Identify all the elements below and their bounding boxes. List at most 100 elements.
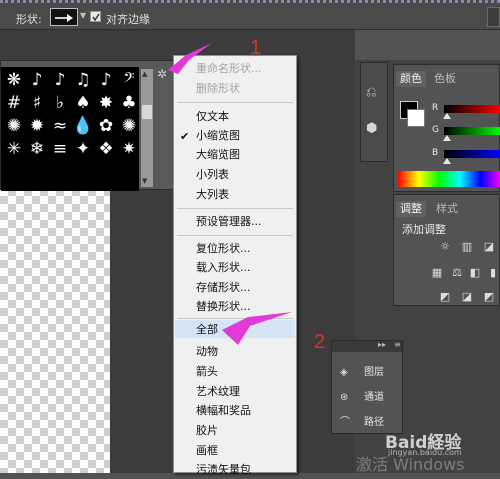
tab-adjustments[interactable]: 调整 — [396, 201, 426, 217]
panel-menu-icon[interactable]: ≡ — [394, 340, 401, 349]
menu-divider — [177, 102, 293, 103]
mini-panel-header[interactable]: ▸▸ ≡ — [332, 340, 402, 352]
shape-thumbnail[interactable]: ≡ — [49, 138, 71, 160]
shape-thumbnail[interactable]: ❄ — [26, 138, 48, 160]
black-white-icon[interactable]: ◧ — [468, 267, 482, 279]
color-spectrum-bar[interactable] — [398, 171, 500, 187]
collapse-icon[interactable]: ▸▸ — [378, 340, 386, 349]
background-color-swatch[interactable] — [407, 109, 425, 127]
chevron-down-icon[interactable]: ▼ — [80, 11, 86, 20]
shape-thumbnail[interactable]: ✷ — [118, 138, 139, 160]
options-bar: 形状: ▼ 对齐边缘 — [0, 0, 500, 30]
shape-thumbnail[interactable]: ♪ — [26, 69, 48, 91]
menu-item-film[interactable]: 胶片 — [196, 422, 218, 440]
shape-thumbnail[interactable]: ✦ — [72, 138, 94, 160]
menu-item-replace-shapes[interactable]: 替换形状... — [196, 298, 251, 316]
brightness-icon[interactable]: ☼ — [438, 241, 452, 253]
menu-item-reset-shapes[interactable]: 复位形状... — [196, 240, 251, 258]
slider-g[interactable] — [444, 127, 500, 135]
shape-thumbnail[interactable]: ♪ — [49, 69, 71, 91]
shape-thumbnail[interactable]: ✸ — [95, 92, 117, 114]
3d-cube-icon[interactable]: ⬢ — [366, 121, 377, 136]
shape-thumbnail[interactable]: ♣ — [118, 92, 139, 114]
shape-thumbnail[interactable]: # — [3, 92, 25, 114]
shape-picker-scrollbar[interactable] — [141, 69, 153, 187]
shape-preset-swatch[interactable] — [50, 8, 78, 26]
menu-item-grime-vector-pack[interactable]: 污渍矢量包 — [196, 461, 251, 479]
menu-item-rename-shape[interactable]: 重命名形状... — [196, 60, 262, 78]
levels-icon[interactable]: ▥ — [460, 241, 474, 253]
shape-thumbnail[interactable]: 💧 — [72, 115, 94, 137]
photo-filter-icon[interactable]: ▮ — [486, 267, 500, 279]
curves-icon[interactable]: ◪ — [482, 241, 496, 253]
tab-swatches[interactable]: 色板 — [430, 71, 460, 87]
arrow-shape-icon — [55, 14, 73, 22]
menu-item-save-shapes[interactable]: 存储形状... — [196, 279, 251, 297]
shape-thumbnail[interactable]: ✺ — [118, 115, 139, 137]
shape-thumbnail[interactable]: ✺ — [3, 115, 25, 137]
scrollbar-thumb[interactable] — [142, 105, 152, 119]
menu-item-large-list[interactable]: 大列表 — [196, 186, 229, 204]
shape-thumbnail[interactable]: ♯ — [26, 92, 48, 114]
menu-item-banners-awards[interactable]: 横幅和奖品 — [196, 402, 251, 420]
layers-mini-panel: ▸▸ ≡ ◈ 图层 ⊛ 通道 ⌒ 路径 — [331, 340, 403, 434]
mini-item-channels[interactable]: ⊛ 通道 — [340, 388, 384, 408]
color-panel: 颜色 色板 R G B — [393, 64, 500, 192]
mini-item-layers[interactable]: ◈ 图层 — [340, 363, 384, 383]
posterize-icon[interactable]: ◪ — [460, 291, 474, 303]
history-icon[interactable]: ⎌ — [366, 85, 376, 100]
shape-thumbnail[interactable]: ♠ — [72, 92, 94, 114]
menu-item-small-list[interactable]: 小列表 — [196, 166, 229, 184]
shape-thumbnail[interactable]: 𝄢 — [118, 69, 139, 91]
menu-item-preset-manager[interactable]: 预设管理器... — [196, 213, 262, 231]
mini-item-label: 图层 — [364, 367, 384, 378]
panel-toggle-button[interactable] — [487, 7, 500, 27]
add-adjustment-title: 添加调整 — [402, 223, 446, 236]
menu-item-text-only[interactable]: 仅文本 — [196, 108, 229, 126]
menu-item-frames[interactable]: 画框 — [196, 442, 218, 460]
layers-icon: ◈ — [340, 367, 348, 378]
shape-thumbnail[interactable]: ✿ — [95, 115, 117, 137]
threshold-icon[interactable]: ◩ — [482, 291, 496, 303]
checkmark-icon: ✔ — [180, 130, 190, 143]
vibrance-icon[interactable]: ▦ — [430, 267, 444, 279]
slider-r-thumb[interactable] — [443, 113, 451, 119]
shape-thumbnail[interactable]: ♭ — [49, 92, 71, 114]
menu-item-large-thumbnail[interactable]: 大缩览图 — [196, 146, 240, 164]
shape-thumbnail[interactable]: ❖ — [95, 138, 117, 160]
menu-item-all[interactable]: 全部 — [196, 321, 218, 339]
shape-thumbnail[interactable]: ✳ — [3, 138, 25, 160]
shape-thumbnail[interactable]: ❋ — [3, 69, 25, 91]
shape-thumbnail[interactable]: ✹ — [26, 115, 48, 137]
invert-icon[interactable]: ◩ — [438, 291, 452, 303]
slider-r[interactable] — [444, 105, 500, 113]
menu-divider — [177, 235, 293, 236]
shape-grid: ❋ ♪ ♪ ♫ ♪ 𝄢 # ♯ ♭ ♠ ✸ ♣ ✺ ✹ ≈ 💧 ✿ ✺ ✳ ❄ ≡ ✦ ❖ ✷ — [1, 67, 139, 191]
mini-item-paths[interactable]: ⌒ 路径 — [340, 413, 384, 433]
mini-item-label: 通道 — [364, 392, 384, 403]
slider-b[interactable] — [444, 150, 500, 158]
scroll-down-icon[interactable]: ▼ — [142, 177, 147, 185]
slider-b-thumb[interactable] — [443, 158, 451, 164]
gear-icon[interactable]: ✲ — [157, 67, 167, 81]
shape-thumbnail[interactable]: ♫ — [72, 69, 94, 91]
balance-icon[interactable]: ⚖ — [450, 267, 464, 279]
tab-styles[interactable]: 样式 — [432, 201, 462, 217]
scroll-up-icon[interactable]: ▲ — [142, 70, 147, 78]
menu-item-small-thumbnail[interactable]: 小缩览图 — [196, 127, 240, 145]
slider-g-thumb[interactable] — [443, 135, 451, 141]
menu-highlight — [175, 320, 295, 338]
transparent-canvas[interactable] — [0, 188, 110, 473]
menu-item-arrows[interactable]: 箭头 — [196, 363, 218, 381]
step-1-annotation: 1 — [250, 37, 262, 59]
menu-item-artistic-textures[interactable]: 艺术纹理 — [196, 383, 240, 401]
shape-thumbnail[interactable]: ♪ — [95, 69, 117, 91]
shape-thumbnail[interactable]: ≈ — [49, 115, 71, 137]
align-edges-checkbox[interactable] — [90, 11, 101, 22]
menu-item-animals[interactable]: 动物 — [196, 343, 218, 361]
menu-item-delete-shape[interactable]: 删除形状 — [196, 80, 240, 98]
menu-item-load-shapes[interactable]: 载入形状... — [196, 259, 251, 277]
tab-color[interactable]: 颜色 — [396, 71, 426, 87]
paths-icon: ⌒ — [340, 417, 350, 428]
watermark-url: jingyan.baidu.com — [388, 448, 462, 457]
